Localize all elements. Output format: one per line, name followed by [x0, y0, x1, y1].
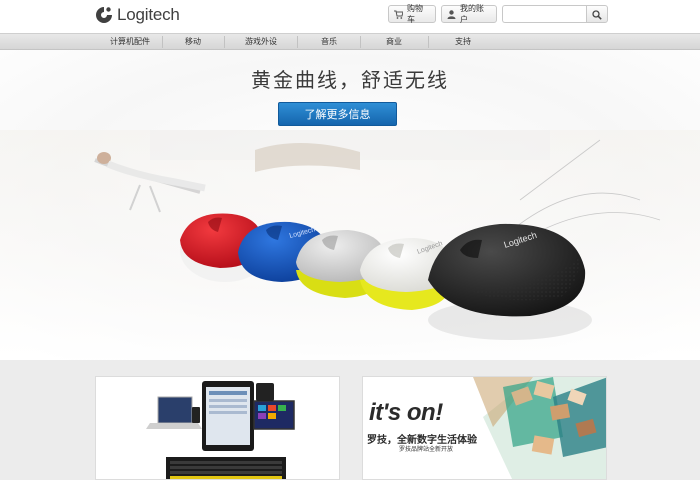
nav-divider: [428, 36, 429, 48]
search-input[interactable]: [502, 5, 586, 23]
its-on-background: [473, 377, 606, 479]
hero-banner[interactable]: 黄金曲线，舒适无线 了解更多信息 Logitech Logitech Logit…: [0, 50, 700, 360]
promo-its-on[interactable]: it's on! 罗技，全新数字生活体验 罗技品牌站全新开放: [362, 376, 607, 480]
cart-button[interactable]: 购物车: [388, 4, 436, 24]
nav-item-music[interactable]: 音乐: [312, 36, 346, 49]
search-icon: [592, 5, 602, 24]
main-nav: 计算机配件 移动 游戏外设 音乐 商业 支持: [0, 33, 700, 50]
nav-item-gaming[interactable]: 游戏外设: [238, 36, 284, 49]
logitech-logo-icon: [94, 5, 114, 25]
nav-item-business[interactable]: 商业: [374, 36, 414, 49]
nav-divider: [297, 36, 298, 48]
nav-divider: [360, 36, 361, 48]
nav-divider: [162, 36, 163, 48]
mouse-black: Logitech: [428, 223, 592, 340]
user-icon: [447, 9, 456, 19]
site-header: Logitech 购物车 我的账户: [0, 0, 700, 33]
hero-title: 黄金曲线，舒适无线: [251, 68, 449, 92]
nav-item-computer-accessories[interactable]: 计算机配件: [104, 36, 156, 49]
hero-mouse-illustration: Logitech Logitech Logitech: [0, 130, 700, 360]
promo-tablet-keyboard[interactable]: [95, 376, 340, 480]
nav-divider: [224, 36, 225, 48]
learn-more-button[interactable]: 了解更多信息: [278, 102, 397, 126]
cart-icon: [394, 10, 404, 19]
search-button[interactable]: [586, 5, 608, 23]
promo-caption: 罗技品牌站全新开放: [399, 446, 454, 453]
brand-name: Logitech: [117, 5, 180, 24]
nav-item-mobile[interactable]: 移动: [176, 36, 210, 49]
nav-item-support[interactable]: 支持: [446, 36, 480, 49]
cart-label: 购物车: [407, 4, 423, 24]
logitech-logo[interactable]: Logitech: [94, 4, 180, 26]
promo-headline: it's on!: [369, 399, 443, 426]
devices-illustration: [146, 381, 295, 479]
account-label: 我的账户: [460, 4, 484, 24]
account-button[interactable]: 我的账户: [441, 4, 497, 24]
